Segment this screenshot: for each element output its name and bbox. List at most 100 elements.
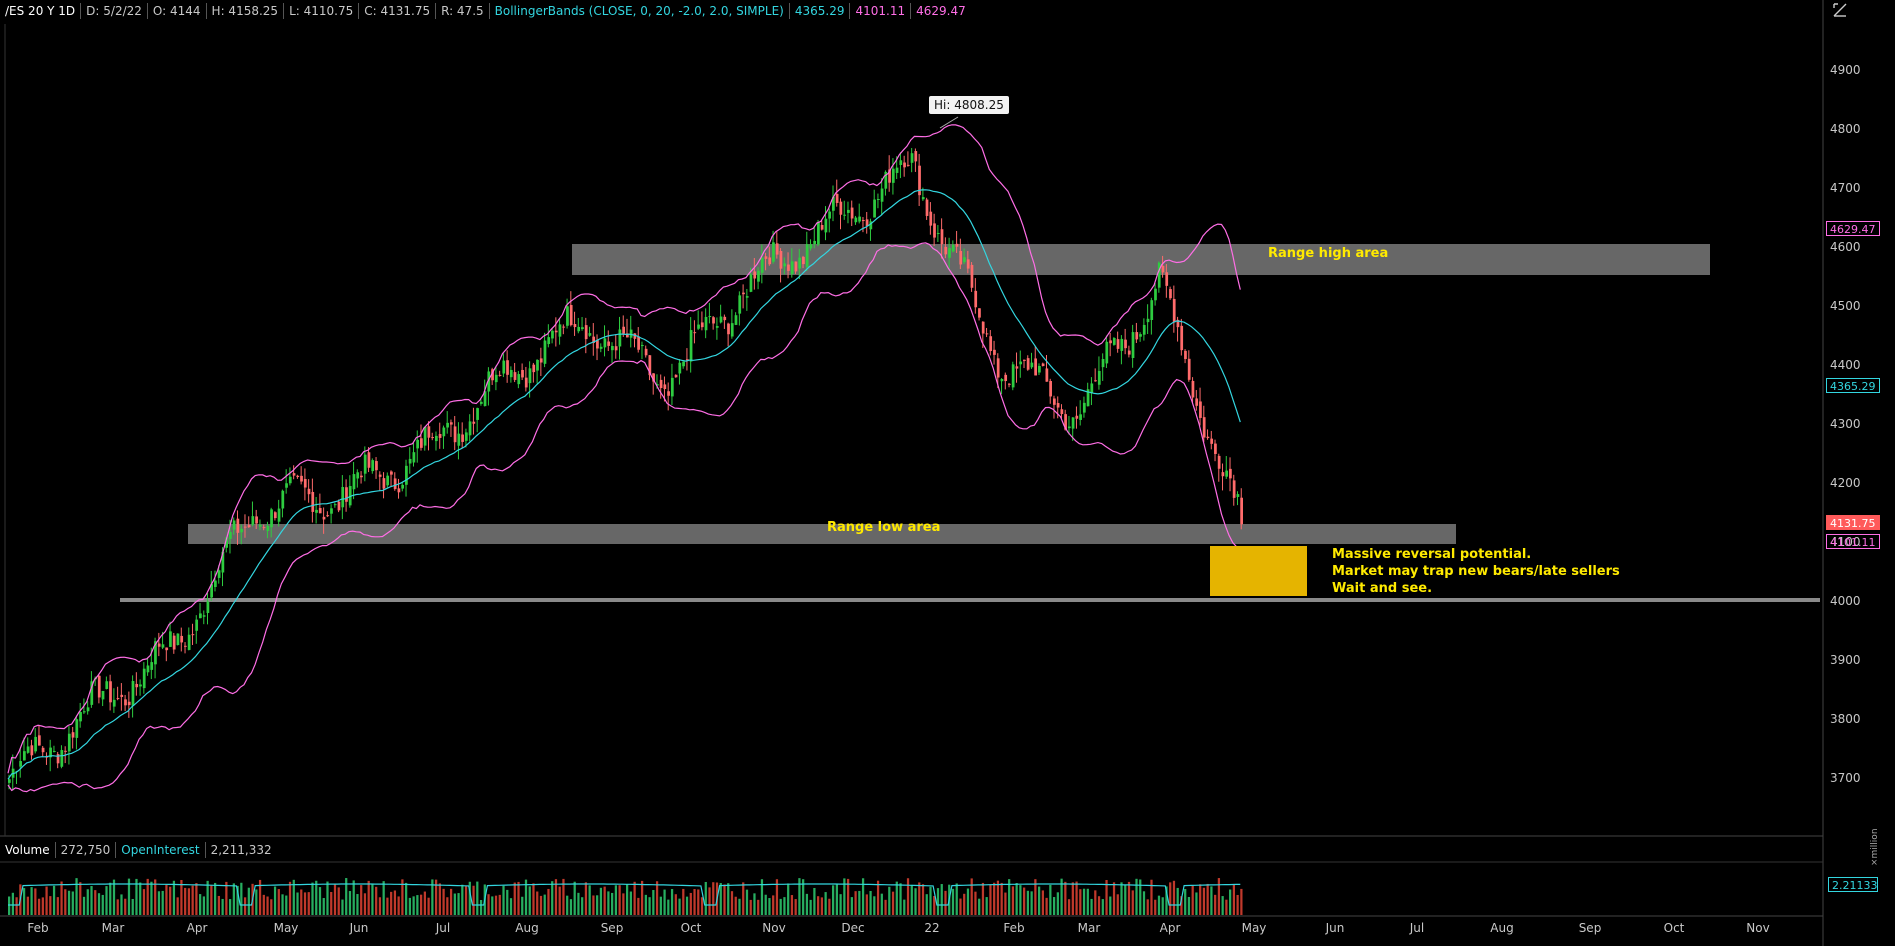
volume-bar <box>876 880 880 915</box>
volume-bar <box>1161 897 1164 915</box>
candle-body <box>1041 363 1045 367</box>
volume-bar <box>139 882 142 915</box>
volume-bar <box>1116 894 1119 915</box>
volume-bar <box>1135 878 1138 915</box>
candle-body <box>914 151 918 162</box>
candle-body <box>356 472 360 479</box>
volume-bar <box>94 890 97 915</box>
volume-bar <box>521 896 524 915</box>
candle-body <box>614 346 618 351</box>
volume-bar <box>423 891 426 915</box>
volume-unit-label: ×million <box>1870 828 1880 866</box>
candle-body <box>1067 426 1071 429</box>
volume-bar <box>247 887 250 915</box>
candle-body <box>285 483 288 488</box>
bollinger-bands <box>7 124 1241 793</box>
volume-bar <box>8 896 11 915</box>
volume-bar <box>1202 887 1206 915</box>
volume-bar <box>592 895 595 915</box>
volume-bar <box>828 898 831 915</box>
candle-body <box>955 243 959 247</box>
volume-bar <box>453 893 456 915</box>
candle-body <box>1056 403 1060 408</box>
volume-bar <box>581 897 584 915</box>
time-axis-tick: Oct <box>1663 921 1685 935</box>
note-line-3: Wait and see. <box>1332 581 1433 596</box>
candle-body <box>101 690 105 700</box>
volume-bar <box>708 887 711 915</box>
volume-bar <box>120 894 123 915</box>
candle-body <box>352 474 356 490</box>
volume-bar <box>693 889 696 915</box>
volume-bar <box>1236 894 1239 915</box>
volume-bar <box>925 894 928 915</box>
volume-bar <box>75 878 78 915</box>
candle-body <box>1180 325 1184 351</box>
candle-body <box>611 346 614 351</box>
volume-bar <box>221 898 224 915</box>
candle-body <box>951 244 955 252</box>
volume-bar <box>1064 881 1067 915</box>
price-axis-tick: 4600 <box>1830 240 1861 254</box>
volume-bar <box>15 897 18 915</box>
volume-bar <box>1225 899 1228 915</box>
volume-bar <box>228 899 232 915</box>
candle-body <box>1052 398 1056 405</box>
candle-body <box>858 216 861 222</box>
candle-body <box>1187 358 1191 380</box>
volume-bar <box>820 897 824 915</box>
candle-body <box>970 264 974 288</box>
candle-body <box>985 333 989 335</box>
candle-body <box>790 261 794 275</box>
volume-bar <box>348 891 352 915</box>
volume-bar <box>210 885 213 915</box>
volume-bar <box>611 892 614 915</box>
candle-body <box>292 473 296 476</box>
candle-body <box>1101 359 1105 368</box>
volume-label[interactable]: Volume <box>0 842 56 858</box>
volume-bar <box>966 888 970 915</box>
time-axis-tick: Sep <box>600 921 624 935</box>
volume-bar <box>322 898 325 915</box>
candle-body <box>820 225 824 230</box>
candle-body <box>1150 300 1154 320</box>
volume-bar <box>352 880 355 915</box>
volume-bar <box>779 898 782 915</box>
price-chart[interactable] <box>0 0 1895 946</box>
volume-bar <box>1199 884 1202 915</box>
candle-body <box>1199 401 1202 418</box>
volume-bar <box>416 895 419 915</box>
candle-body <box>817 222 820 245</box>
price-axis-tick: 3800 <box>1830 712 1861 726</box>
open-interest-label[interactable]: OpenInterest <box>116 842 206 858</box>
volume-bar <box>150 881 153 915</box>
candle-body <box>161 644 165 648</box>
time-axis-tick: Nov <box>1746 921 1770 935</box>
candle-body <box>903 162 906 168</box>
volume-bar <box>989 884 992 915</box>
candle-body <box>603 338 607 348</box>
candle-body <box>891 168 895 183</box>
candle-body <box>258 524 262 527</box>
volume-bar <box>539 895 543 915</box>
volume-bar <box>764 894 767 915</box>
candle-body <box>345 487 348 502</box>
candle-body <box>760 257 764 273</box>
candle-body <box>1008 383 1011 385</box>
volume-bar <box>1067 899 1071 915</box>
candle-body <box>199 613 202 619</box>
volume-bar <box>1240 888 1243 915</box>
candle-body <box>97 675 101 698</box>
candle-body <box>813 240 817 245</box>
candle-body <box>543 340 547 364</box>
candle-body <box>371 460 375 472</box>
volume-bar <box>1041 890 1044 915</box>
volume-bar <box>60 881 63 915</box>
candle-body <box>569 305 573 326</box>
candle-body <box>247 525 251 528</box>
volume-bar <box>659 896 662 915</box>
candle-body <box>528 368 532 384</box>
volume-bar <box>959 898 962 915</box>
time-axis-tick: Jul <box>435 921 451 935</box>
candle-body <box>311 491 315 512</box>
